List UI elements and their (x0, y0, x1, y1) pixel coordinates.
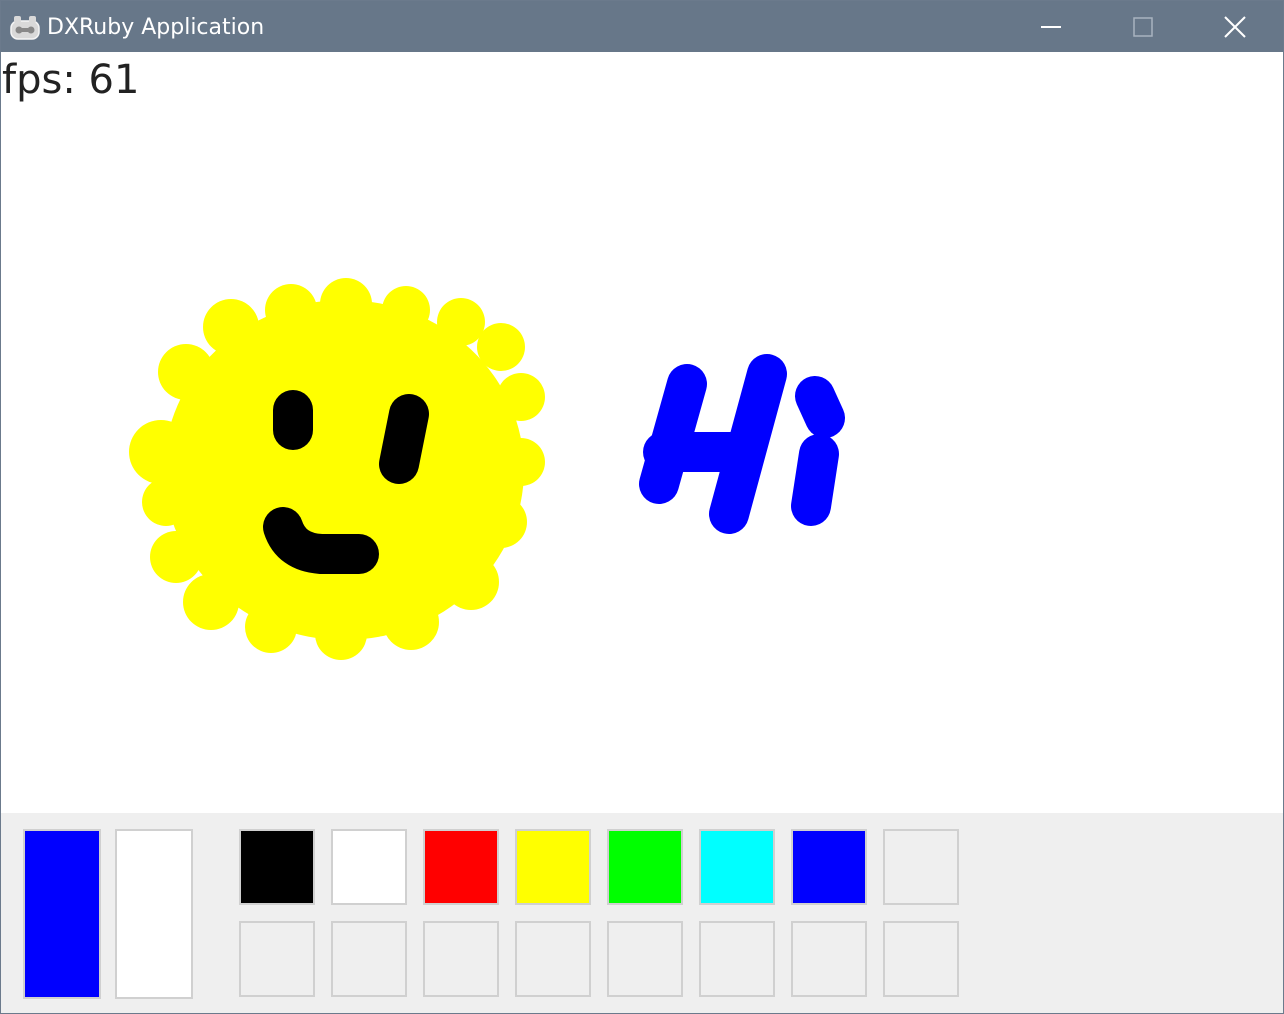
minimize-icon (1041, 25, 1061, 28)
color-swatch-r2-c5[interactable] (607, 921, 683, 997)
maximize-icon (1133, 16, 1153, 37)
color-swatch-r1-c2[interactable] (331, 829, 407, 905)
drawing-canvas[interactable]: fps: 61 (1, 52, 1283, 813)
color-swatch-r2-c7[interactable] (791, 921, 867, 997)
color-swatch-r1-c8[interactable] (883, 829, 959, 905)
close-button[interactable] (1189, 1, 1281, 52)
color-swatch-r1-c5[interactable] (607, 829, 683, 905)
color-swatch-r1-c1[interactable] (239, 829, 315, 905)
app-window: DXRuby Application fps: 61 (0, 0, 1284, 1014)
color-swatch-r1-c3[interactable] (423, 829, 499, 905)
color-swatch-r2-c4[interactable] (515, 921, 591, 997)
window-title: DXRuby Application (47, 15, 265, 40)
color-swatch-r2-c1[interactable] (239, 921, 315, 997)
gamepad-icon (10, 16, 40, 40)
maximize-button[interactable] (1097, 1, 1189, 52)
color-swatch-r2-c2[interactable] (331, 921, 407, 997)
color-swatch-r2-c3[interactable] (423, 921, 499, 997)
close-icon (1224, 15, 1246, 38)
minimize-button[interactable] (1005, 1, 1097, 52)
title-bar[interactable]: DXRuby Application (1, 1, 1283, 52)
color-swatch-r1-c6[interactable] (699, 829, 775, 905)
color-palette (1, 813, 1283, 1013)
foreground-color-slot[interactable] (23, 829, 101, 999)
painted-strokes (129, 278, 845, 660)
blue-hi-strokes (639, 354, 845, 534)
color-swatch-r2-c8[interactable] (883, 921, 959, 997)
color-swatch-r2-c6[interactable] (699, 921, 775, 997)
yellow-face-blob (129, 278, 545, 660)
background-color-slot[interactable] (115, 829, 193, 999)
color-swatch-r1-c7[interactable] (791, 829, 867, 905)
color-swatch-r1-c4[interactable] (515, 829, 591, 905)
